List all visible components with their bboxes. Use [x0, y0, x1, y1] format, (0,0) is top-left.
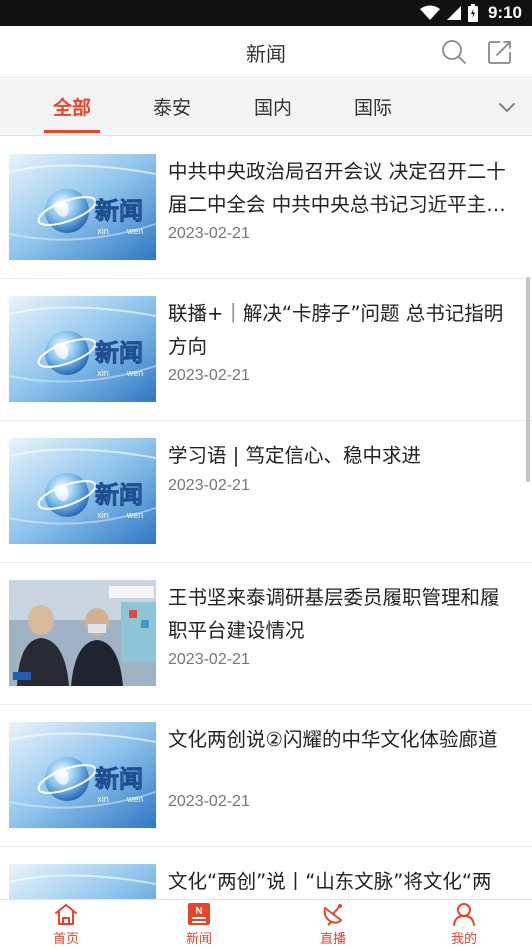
news-date: 2023-02-21: [168, 651, 250, 668]
news-item[interactable]: 新闻 xin wen 中共中央政治局召开会议 决定召开二十届二中全会 中共中央总书记…: [0, 137, 532, 279]
nav-label: 新闻: [185, 932, 212, 947]
nav-label: 首页: [52, 932, 79, 947]
satellite-icon: [323, 904, 342, 926]
thumb-title: 新闻: [95, 197, 143, 225]
news-title: 联播+｜解决“卡脖子”问题 总书记指明方向: [168, 302, 504, 358]
news-thumbnail: 新闻xin wen: [9, 296, 156, 402]
news-date: 2023-02-21: [168, 367, 250, 384]
news-date: 2023-02-21: [168, 793, 250, 810]
user-icon: [453, 903, 475, 926]
category-tabs: 全部 泰安 国内 国际: [0, 79, 532, 136]
news-date: 2023-02-21: [168, 225, 250, 242]
tab-label: 泰安: [152, 97, 191, 119]
signal-icon: [446, 6, 461, 20]
thumb-title: 新闻: [95, 481, 143, 509]
nav-label: 直播: [319, 932, 346, 947]
nav-home[interactable]: 首页: [26, 902, 106, 948]
nav-live[interactable]: 直播: [293, 902, 373, 948]
active-tab-indicator: [44, 130, 100, 133]
nav-mine[interactable]: 我的: [424, 902, 504, 948]
chevron-down-icon[interactable]: [496, 96, 518, 118]
tab-domestic[interactable]: 国内: [251, 93, 295, 133]
thumb-pinyin-1: xin: [97, 368, 109, 378]
thumb-pinyin-1: xin: [97, 510, 109, 520]
news-title: 学习语 | 笃定信心、稳中求进: [168, 444, 421, 467]
tab-taian[interactable]: 泰安: [150, 93, 194, 133]
bottom-nav: 首页 N 新闻 直播 我的: [0, 899, 532, 948]
status-bar: 9:10: [0, 0, 532, 26]
status-time: 9:10: [487, 3, 522, 22]
tab-international[interactable]: 国际: [351, 93, 395, 133]
news-thumbnail: 新闻xin wen: [9, 438, 156, 544]
news-graphic-image: 新闻xin wen: [9, 296, 156, 402]
battery-icon: [467, 4, 478, 22]
nav-label: 我的: [450, 932, 477, 947]
news-item[interactable]: 新闻 xin wen 学习语 | 笃定信心、稳中求进 2023-02-21: [0, 421, 532, 563]
news-item[interactable]: 新闻xinwen 文化“两创”说丨“山东文脉”将文化“两创” 2023-02-2…: [0, 847, 532, 899]
thumb-title: 新闻: [95, 339, 143, 367]
tab-label: 全部: [52, 97, 91, 119]
thumb-pinyin-2: wen: [126, 794, 144, 804]
news-icon: N: [188, 903, 210, 925]
news-thumbnail: 新闻xin wen: [9, 154, 156, 260]
search-icon[interactable]: [440, 38, 468, 66]
status-icons: 9:10: [419, 3, 522, 23]
news-graphic-image: 新闻xin wen: [9, 722, 156, 828]
tab-all[interactable]: 全部: [44, 93, 100, 133]
news-date: 2023-02-21: [168, 477, 250, 494]
svg-text:N: N: [195, 906, 202, 917]
news-photo-thumbnail: [9, 580, 156, 686]
news-title: 文化两创说②闪耀的中华文化体验廊道: [168, 728, 498, 751]
news-item[interactable]: 王书坚来泰调研基层委员履职管理和履职平台建设情况 2023-02-21: [0, 563, 532, 705]
tab-label: 国内: [253, 97, 292, 119]
thumb-pinyin-2: wen: [126, 368, 144, 378]
news-title: 王书坚来泰调研基层委员履职管理和履职平台建设情况: [168, 586, 500, 642]
wifi-icon: [419, 5, 440, 20]
news-graphic-image: 新闻xin wen: [9, 438, 156, 544]
news-item[interactable]: 新闻 xin wen 文化两创说②闪耀的中华文化体验廊道 2023-02-21: [0, 705, 532, 847]
thumb-title: 新闻: [95, 765, 143, 793]
tab-label: 国际: [353, 97, 392, 119]
home-icon: [55, 904, 77, 925]
thumb-pinyin-2: wen: [126, 510, 144, 520]
news-title: 中共中央政治局召开会议 决定召开二十届二中全会 中共中央总书记习近平主持会议: [168, 160, 506, 216]
news-title: 文化“两创”说丨“山东文脉”将文化“两创”: [168, 870, 492, 893]
scrollbar[interactable]: [526, 277, 530, 482]
thumb-pinyin-1: xin: [97, 226, 109, 236]
news-thumbnail: 新闻xinwen: [9, 864, 156, 899]
news-graphic-image: 新闻xinwen: [9, 864, 156, 899]
photo-thumbnail-image: [9, 580, 156, 686]
title-bar: 新闻: [0, 26, 532, 78]
nav-news[interactable]: N 新闻: [159, 902, 239, 948]
news-item[interactable]: 新闻 xin wen 联播+｜解决“卡脖子”问题 总书记指明方向 2023-02-2…: [0, 279, 532, 421]
thumb-pinyin-1: xin: [97, 794, 109, 804]
thumb-pinyin-2: wen: [126, 226, 144, 236]
edit-share-icon[interactable]: [486, 38, 514, 66]
news-graphic-image: 新闻xin wen: [9, 154, 156, 260]
news-thumbnail: 新闻xin wen: [9, 722, 156, 828]
news-list: 新闻 xin wen 中共中央政治局召开会议 决定召开二十届二中全会 中共中央总书记…: [0, 137, 532, 899]
